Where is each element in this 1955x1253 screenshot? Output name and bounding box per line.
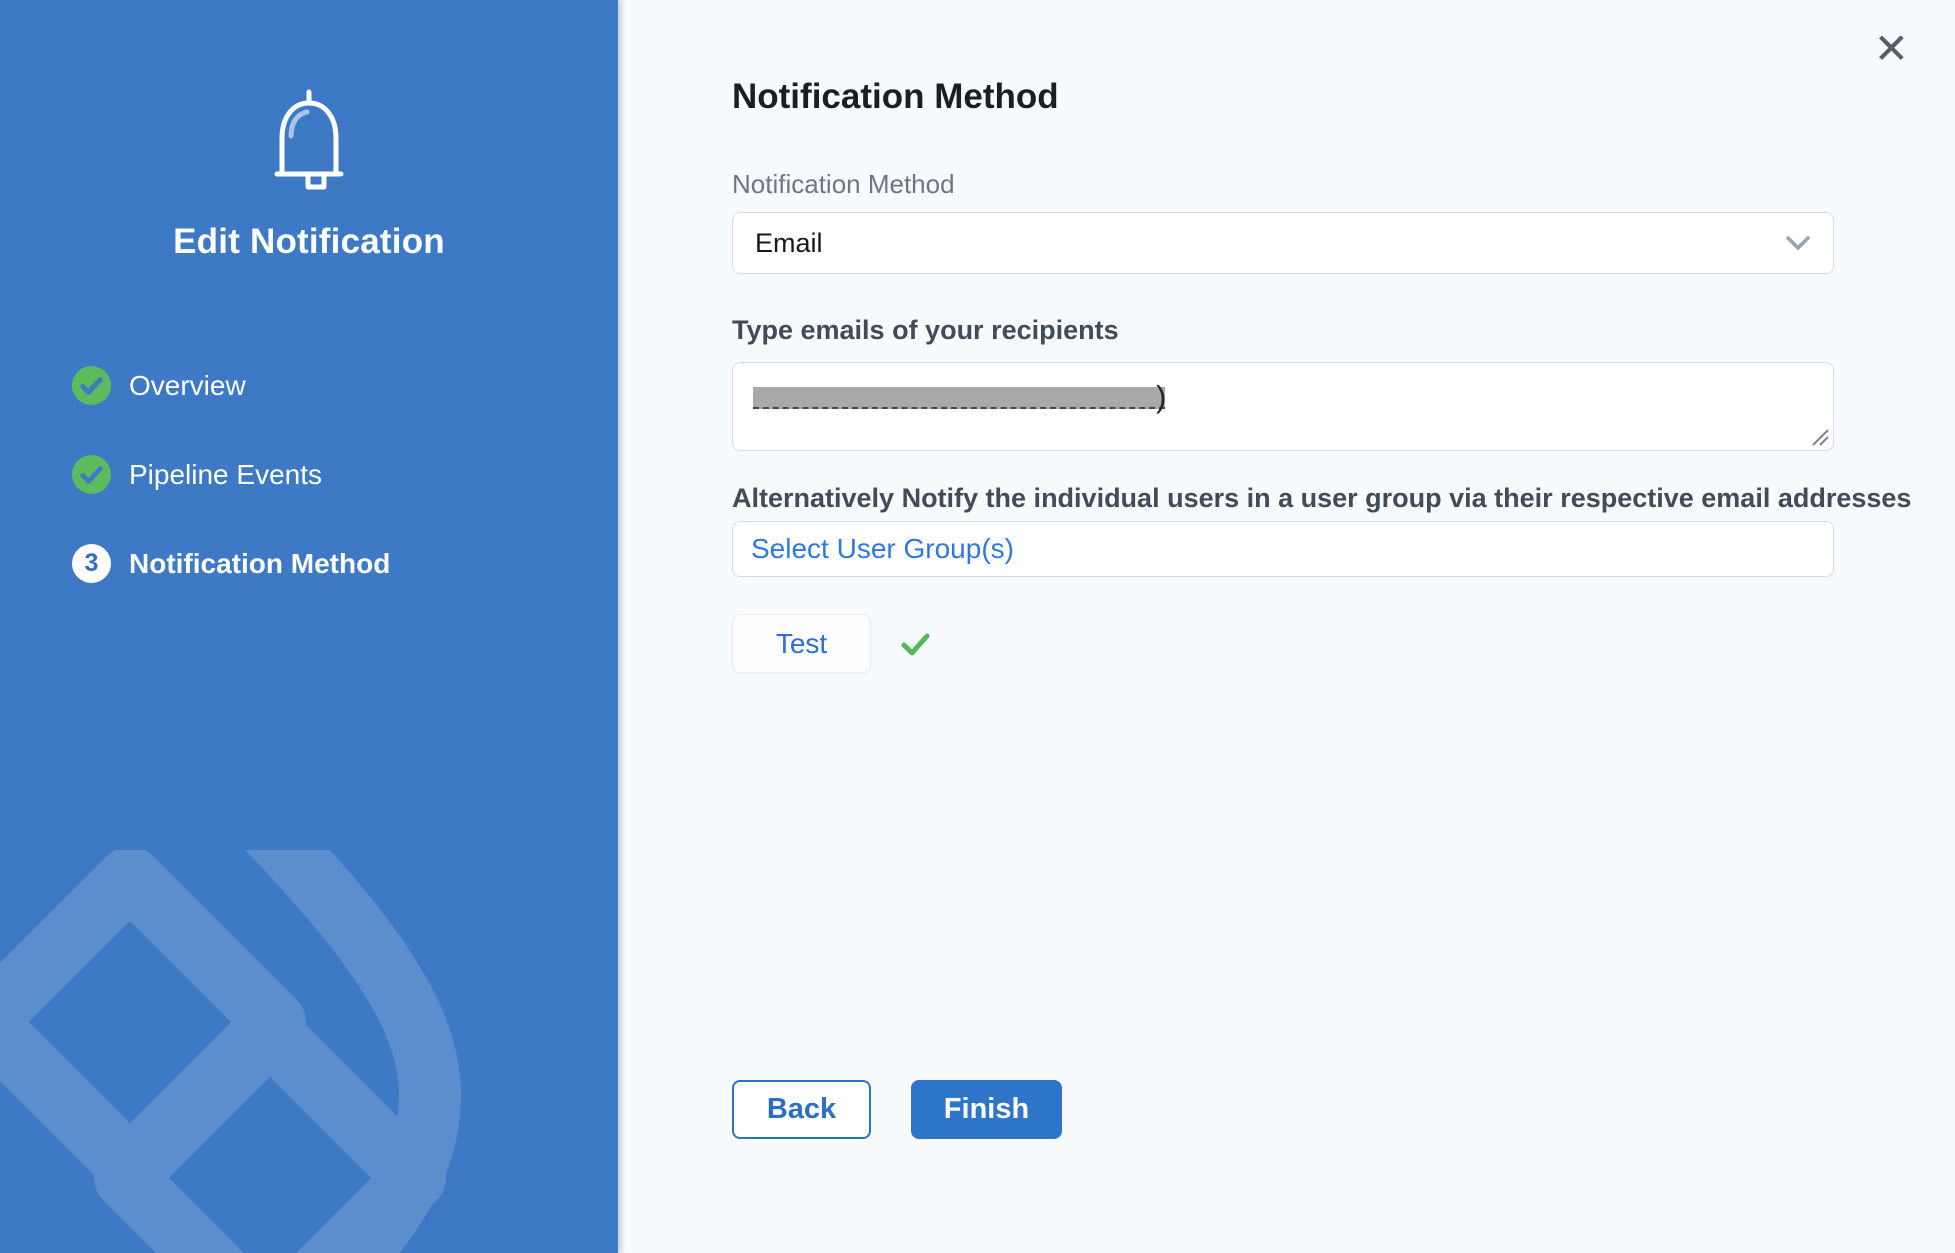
step-label: Overview [129,370,246,402]
resize-handle-icon[interactable] [1809,426,1829,446]
test-row: Test [732,614,933,673]
redacted-email-value [753,387,1165,409]
check-circle-icon [72,455,111,494]
finish-button[interactable]: Finish [911,1080,1062,1139]
redacted-email-suffix: ) [1156,379,1166,415]
bell-icon [261,86,357,196]
back-button[interactable]: Back [732,1080,871,1139]
chevron-down-icon [1785,235,1811,251]
close-icon[interactable]: ✕ [1874,28,1909,70]
user-group-hint: Alternatively Notify the individual user… [732,482,1911,514]
step-notification-method[interactable]: 3 Notification Method [72,544,618,583]
page-title: Notification Method [732,76,1059,118]
step-number-badge: 3 [72,544,111,583]
selected-method-value: Email [755,228,823,259]
brand-watermark [0,850,618,1253]
step-label: Notification Method [129,548,390,580]
wizard-footer: Back Finish [732,1080,1062,1139]
wizard-steps: Overview Pipeline Events 3 Notification … [72,366,618,583]
wizard-title: Edit Notification [0,220,618,264]
test-button[interactable]: Test [732,614,871,673]
recipients-label: Type emails of your recipients [732,314,1119,346]
step-overview[interactable]: Overview [72,366,618,405]
notification-method-select[interactable]: Email [732,212,1834,274]
method-label: Notification Method [732,168,955,200]
edit-notification-modal: Edit Notification Overview Pipeline Even… [0,0,1955,1253]
panel-notification-method: ✕ Notification Method Notification Metho… [618,0,1955,1253]
step-pipeline-events[interactable]: Pipeline Events [72,455,618,494]
check-circle-icon [72,366,111,405]
step-label: Pipeline Events [129,459,322,491]
recipients-textarea[interactable]: ) [732,362,1834,451]
wizard-sidebar: Edit Notification Overview Pipeline Even… [0,0,618,1253]
select-user-group-label: Select User Group(s) [751,533,1014,565]
test-success-check-icon [897,626,933,662]
select-user-group-button[interactable]: Select User Group(s) [732,521,1834,577]
